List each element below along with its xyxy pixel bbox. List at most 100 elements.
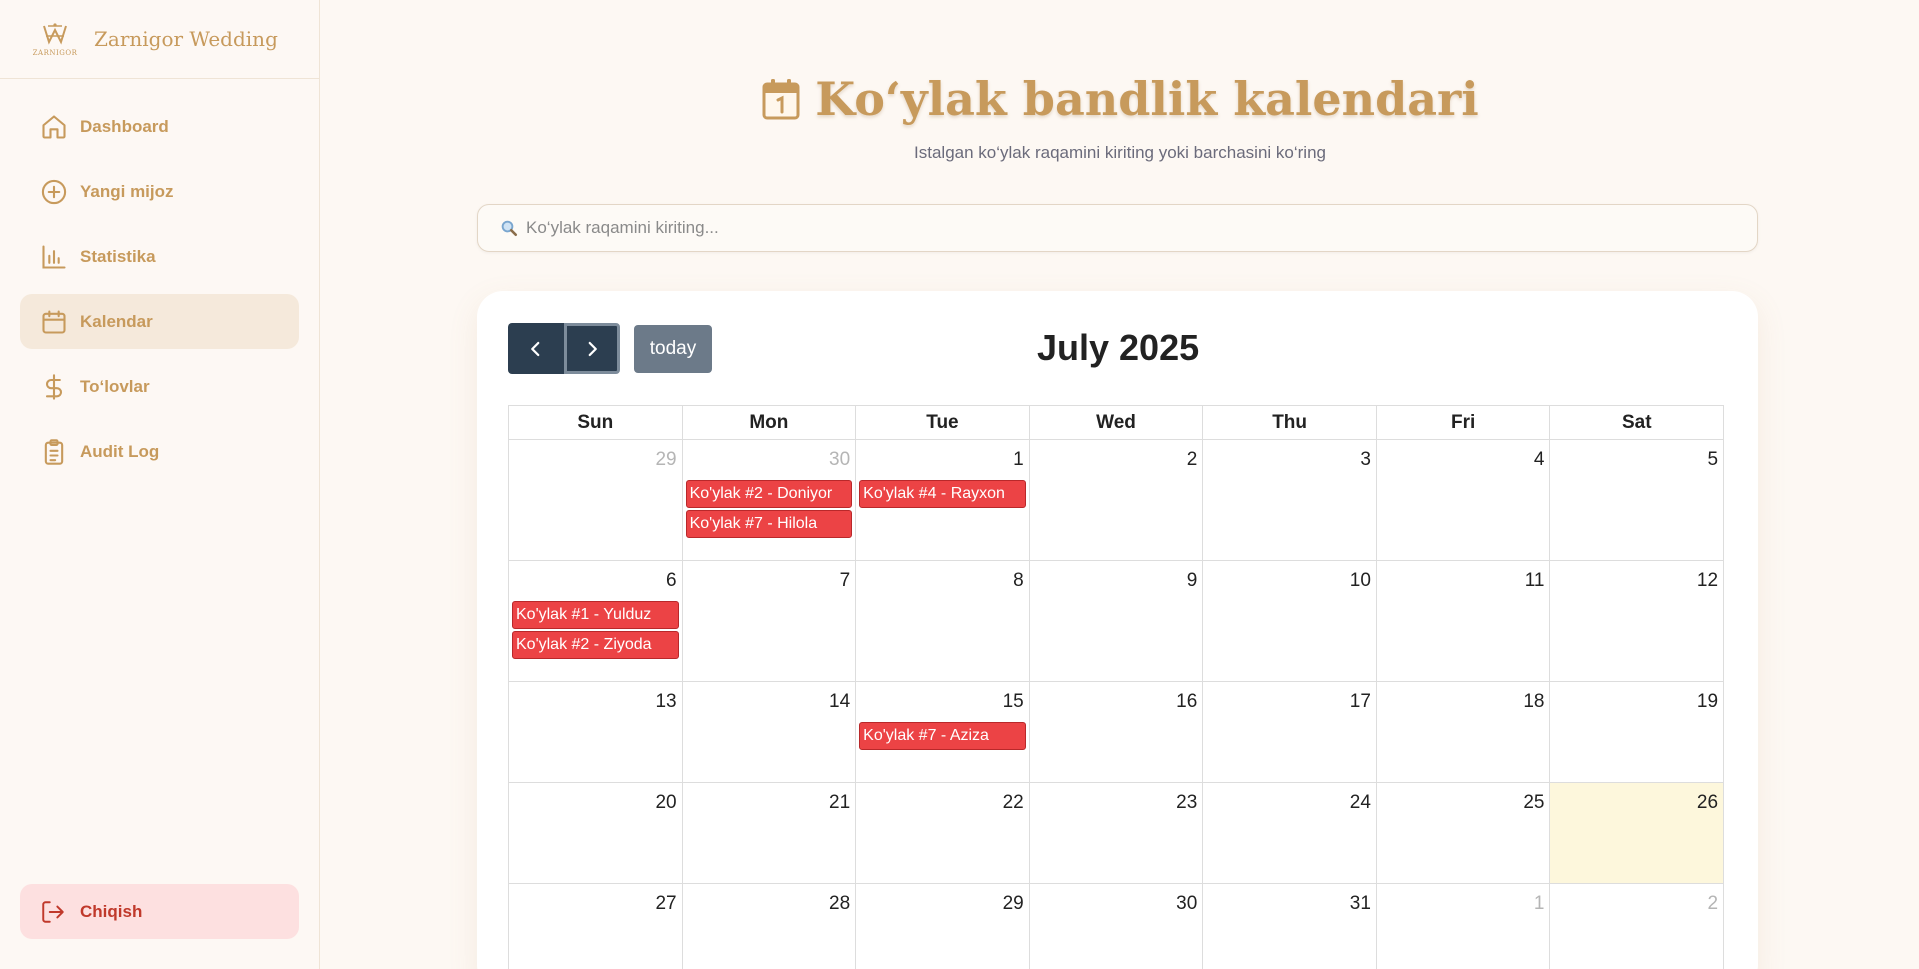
week-row: 27 28 29 30 31 1 2	[509, 884, 1725, 969]
calendar-event[interactable]: Ko'ylak #7 - Aziza	[859, 722, 1026, 750]
sidebar-item-statistika[interactable]: Statistika	[20, 229, 299, 284]
calendar-event[interactable]: Ko'ylak #4 - Rayxon	[859, 480, 1026, 508]
day-cell[interactable]: 20	[509, 783, 683, 883]
day-cell[interactable]: 18	[1377, 682, 1551, 782]
day-number[interactable]: 23	[1032, 785, 1201, 823]
day-cell-today[interactable]: 26	[1550, 783, 1725, 883]
day-number[interactable]: 1	[858, 442, 1027, 480]
day-cell[interactable]: 24	[1203, 783, 1377, 883]
day-cell[interactable]: 30 Ko'ylak #2 - Doniyor Ko'ylak #7 - Hilol…	[683, 440, 857, 560]
logo-text: ZARNIGOR	[32, 48, 78, 57]
sidebar-item-kalendar[interactable]: Kalendar	[20, 294, 299, 349]
day-number[interactable]: 1	[1379, 886, 1548, 924]
day-number[interactable]: 13	[511, 684, 680, 722]
day-number[interactable]: 22	[858, 785, 1027, 823]
day-number[interactable]: 25	[1379, 785, 1548, 823]
day-cell[interactable]: 6 Ko'ylak #1 - Yulduz Ko'ylak #2 - Ziyoda	[509, 561, 683, 681]
day-number[interactable]: 8	[858, 563, 1027, 601]
day-cell[interactable]: 8	[856, 561, 1030, 681]
day-cell[interactable]: 2	[1030, 440, 1204, 560]
day-number[interactable]: 26	[1552, 785, 1721, 823]
sidebar-item-yangi-mijoz[interactable]: Yangi mijoz	[20, 164, 299, 219]
day-number[interactable]: 19	[1552, 684, 1721, 722]
day-cell[interactable]: 19	[1550, 682, 1725, 782]
day-cell[interactable]: 13	[509, 682, 683, 782]
crown-logo-icon	[43, 22, 67, 45]
day-cell[interactable]: 2	[1550, 884, 1725, 969]
day-number[interactable]: 20	[511, 785, 680, 823]
day-number[interactable]: 3	[1205, 442, 1374, 480]
day-number[interactable]: 9	[1032, 563, 1201, 601]
week-row: 6 Ko'ylak #1 - Yulduz Ko'ylak #2 - Ziyoda 7…	[509, 561, 1725, 682]
day-cell[interactable]: 5	[1550, 440, 1725, 560]
week-row: 29 30 Ko'ylak #2 - Doniyor Ko'ylak #7 - Hil…	[509, 440, 1725, 561]
calendar-event[interactable]: Ko'ylak #7 - Hilola	[685, 510, 853, 538]
page-title: Ko‘ylak bandlik kalendari	[321, 72, 1919, 126]
bar-chart-icon	[42, 244, 66, 269]
day-cell[interactable]: 9	[1030, 561, 1204, 681]
day-cell[interactable]: 12	[1550, 561, 1725, 681]
day-number[interactable]: 17	[1205, 684, 1374, 722]
prev-month-button[interactable]	[508, 323, 564, 374]
day-of-week-tue: Tue	[856, 406, 1030, 439]
day-cell[interactable]: 28	[683, 884, 857, 969]
day-cell[interactable]: 29	[856, 884, 1030, 969]
day-cell[interactable]: 22	[856, 783, 1030, 883]
day-cell[interactable]: 14	[683, 682, 857, 782]
logout-button[interactable]: Chiqish	[20, 884, 299, 939]
day-number[interactable]: 24	[1205, 785, 1374, 823]
day-cell[interactable]: 23	[1030, 783, 1204, 883]
day-of-week-thu: Thu	[1203, 406, 1377, 439]
day-number[interactable]: 7	[685, 563, 854, 601]
search-input[interactable]	[526, 218, 1726, 238]
day-cell[interactable]: 15 Ko'ylak #7 - Aziza	[856, 682, 1030, 782]
day-cell[interactable]: 1 Ko'ylak #4 - Rayxon	[856, 440, 1030, 560]
day-cell[interactable]: 7	[683, 561, 857, 681]
sidebar-item-audit-log[interactable]: Audit Log	[20, 424, 299, 479]
day-cell[interactable]: 27	[509, 884, 683, 969]
day-number[interactable]: 30	[685, 442, 854, 480]
day-number[interactable]: 6	[511, 563, 680, 601]
day-number[interactable]: 2	[1032, 442, 1201, 480]
day-number[interactable]: 11	[1379, 563, 1548, 601]
day-number[interactable]: 2	[1552, 886, 1721, 924]
day-cell[interactable]: 21	[683, 783, 857, 883]
day-number[interactable]: 18	[1379, 684, 1548, 722]
day-cell[interactable]: 4	[1377, 440, 1551, 560]
day-number[interactable]: 27	[511, 886, 680, 924]
sidebar-item-tolovlar[interactable]: To‘lovlar	[20, 359, 299, 414]
day-cell[interactable]: 3	[1203, 440, 1377, 560]
chevron-right-icon	[588, 341, 597, 356]
day-number[interactable]: 15	[858, 684, 1027, 722]
day-cell[interactable]: 1	[1377, 884, 1551, 969]
day-number[interactable]: 28	[685, 886, 854, 924]
day-cell[interactable]: 29	[509, 440, 683, 560]
day-number[interactable]: 29	[858, 886, 1027, 924]
today-button[interactable]: today	[634, 324, 712, 373]
day-number[interactable]: 5	[1552, 442, 1721, 480]
day-cell[interactable]: 11	[1377, 561, 1551, 681]
calendar-event[interactable]: Ko'ylak #1 - Yulduz	[512, 601, 679, 629]
day-cell[interactable]: 10	[1203, 561, 1377, 681]
sidebar-item-dashboard[interactable]: Dashboard	[20, 99, 299, 154]
day-cell[interactable]: 16	[1030, 682, 1204, 782]
day-number[interactable]: 30	[1032, 886, 1201, 924]
day-cell[interactable]: 31	[1203, 884, 1377, 969]
day-number[interactable]: 16	[1032, 684, 1201, 722]
search-box[interactable]	[477, 204, 1758, 252]
day-cell[interactable]: 25	[1377, 783, 1551, 883]
brand[interactable]: ZARNIGOR Zarnigor Wedding	[0, 0, 319, 79]
day-number[interactable]: 10	[1205, 563, 1374, 601]
day-number[interactable]: 31	[1205, 886, 1374, 924]
day-cell[interactable]: 30	[1030, 884, 1204, 969]
day-number[interactable]: 21	[685, 785, 854, 823]
day-number[interactable]: 29	[511, 442, 680, 480]
day-number[interactable]: 14	[685, 684, 854, 722]
day-number[interactable]: 4	[1379, 442, 1548, 480]
calendar-event[interactable]: Ko'ylak #2 - Ziyoda	[512, 631, 679, 659]
day-number[interactable]: 12	[1552, 563, 1721, 601]
calendar-event[interactable]: Ko'ylak #2 - Doniyor	[685, 480, 853, 508]
brand-name: Zarnigor Wedding	[94, 27, 278, 51]
day-cell[interactable]: 17	[1203, 682, 1377, 782]
next-month-button[interactable]	[564, 323, 620, 374]
